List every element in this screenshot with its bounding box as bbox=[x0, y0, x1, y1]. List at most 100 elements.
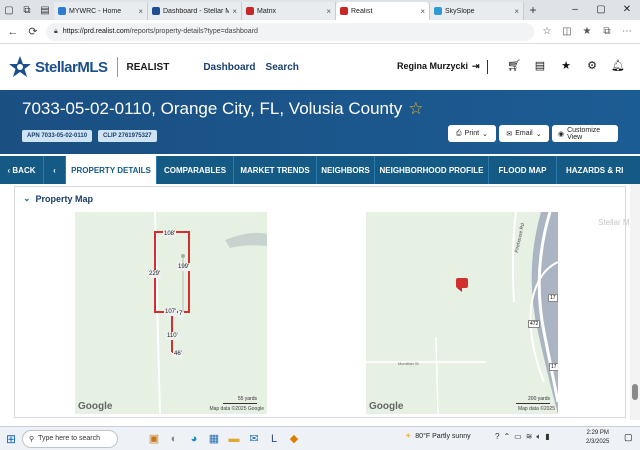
task-view-icon[interactable]: ▣ bbox=[144, 429, 164, 449]
new-tab-button[interactable]: + bbox=[524, 3, 542, 17]
favorites-icon[interactable]: ★ bbox=[580, 26, 594, 37]
header-icons: 🛒︎ ▤ ★ ⚙ 🔔︎ bbox=[507, 59, 625, 72]
print-button[interactable]: ⎙ Print ⌄ bbox=[448, 125, 496, 142]
lasso-icon[interactable]: L bbox=[264, 429, 284, 449]
star-icon[interactable]: ★ bbox=[559, 59, 573, 72]
route-shield: 17 bbox=[548, 294, 558, 302]
app-header: StellarMLS REALIST Dashboard Search Regi… bbox=[0, 44, 640, 90]
tab-comparables[interactable]: COMPARABLES bbox=[157, 156, 234, 184]
browser-tab-mywrc[interactable]: MYWRC - Home × bbox=[54, 2, 148, 20]
store-icon[interactable]: ▦ bbox=[204, 429, 224, 449]
close-tab-icon[interactable]: × bbox=[420, 7, 425, 16]
tab-market-trends[interactable]: MARKET TRENDS bbox=[234, 156, 317, 184]
help-icon[interactable]: ? bbox=[495, 432, 499, 442]
tab-groups-icon[interactable]: ⧉ bbox=[18, 0, 36, 20]
close-window-icon[interactable]: ✕ bbox=[614, 0, 640, 20]
tabs-scroll-left[interactable]: ‹ bbox=[44, 156, 66, 184]
property-map-section: ⌄ Property Map 108' 199' 229' 107' 7' 11… bbox=[14, 186, 626, 418]
google-logo: Google bbox=[369, 401, 404, 412]
user-menu[interactable]: Regina Murzycki ⇥ bbox=[397, 61, 480, 72]
favorite-star-icon[interactable]: ☆ bbox=[540, 26, 554, 37]
cortana-icon[interactable]: ◐ bbox=[164, 429, 184, 449]
bell-icon[interactable]: 🔔︎ bbox=[611, 59, 625, 72]
customize-view-button[interactable]: ◉ Customize View bbox=[552, 125, 618, 142]
tab-neighbors[interactable]: NEIGHBORS bbox=[317, 156, 375, 184]
map-scale: 55 yards bbox=[223, 396, 257, 404]
scrollbar-thumb[interactable] bbox=[632, 384, 638, 400]
location-map[interactable]: Firehouse Rd 17 472 17 Mcmillan St 200 y… bbox=[366, 212, 558, 414]
browser-tab-realist[interactable]: Realist × bbox=[336, 2, 430, 20]
chevron-down-icon: ⌄ bbox=[535, 130, 542, 138]
chevron-left-icon: ‹ bbox=[53, 165, 56, 175]
url-field[interactable]: 🔒︎ https://prd.realist.com/reports/prope… bbox=[46, 22, 534, 41]
close-tab-icon[interactable]: × bbox=[514, 7, 519, 16]
cart-icon[interactable]: 🛒︎ bbox=[507, 59, 521, 72]
section-header[interactable]: ⌄ Property Map bbox=[23, 193, 93, 204]
tab-flood-map[interactable]: FLOOD MAP bbox=[489, 156, 557, 184]
chevron-up-icon[interactable]: ⌃ bbox=[503, 432, 510, 442]
wifi-icon[interactable]: ≋ bbox=[526, 432, 533, 442]
property-banner: 7033-05-02-0110, Orange City, FL, Volusi… bbox=[0, 90, 640, 154]
email-button[interactable]: ✉ Email ⌄ bbox=[499, 125, 549, 142]
volume-icon[interactable]: 🔈︎ bbox=[536, 432, 541, 442]
browser-profile-icon[interactable]: ▢ bbox=[0, 0, 18, 20]
taskbar-search[interactable]: ⚲ Type here to search bbox=[22, 429, 118, 448]
split-screen-icon[interactable]: ◫ bbox=[560, 26, 574, 37]
map-attribution[interactable]: Map data ©2025 bbox=[518, 406, 555, 412]
nav-dashboard[interactable]: Dashboard bbox=[203, 62, 255, 73]
eye-icon: ◉ bbox=[558, 130, 565, 138]
minimize-icon[interactable]: – bbox=[562, 0, 588, 20]
page-title: 7033-05-02-0110, Orange City, FL, Volusi… bbox=[22, 99, 424, 119]
chevron-left-icon: ‹ bbox=[7, 165, 11, 175]
browser-tab-skyslope[interactable]: SkySlope × bbox=[430, 2, 524, 20]
nav-search[interactable]: Search bbox=[266, 62, 299, 73]
display-icon[interactable]: ▭ bbox=[514, 432, 522, 442]
back-tab[interactable]: ‹ BACK bbox=[0, 156, 44, 184]
gear-icon[interactable]: ⚙ bbox=[585, 59, 599, 72]
top-nav: Dashboard Search bbox=[203, 62, 299, 73]
windows-start-icon[interactable]: ⊞ bbox=[0, 432, 22, 446]
logo-divider bbox=[116, 57, 118, 77]
system-clock[interactable]: 2:29 PM 2/3/2025 bbox=[586, 429, 609, 447]
page-scrollbar[interactable] bbox=[630, 184, 640, 420]
vertical-tabs-icon[interactable]: ▤ bbox=[36, 0, 54, 20]
report-tabs: ‹ BACK ‹ PROPERTY DETAILS COMPARABLES MA… bbox=[0, 156, 640, 184]
property-ids: APN 7033-05-02-0110 CLIP 2761975327 bbox=[22, 130, 157, 142]
browser-tab-matrix[interactable]: Matrix × bbox=[242, 2, 336, 20]
folder-icon[interactable]: ▬ bbox=[224, 429, 244, 449]
document-icon[interactable]: ▤ bbox=[533, 59, 547, 72]
logout-icon[interactable]: ⇥ bbox=[472, 61, 480, 72]
mail-icon[interactable]: ✉ bbox=[244, 429, 264, 449]
refresh-icon[interactable]: ⟳ bbox=[26, 25, 40, 38]
notification-icon[interactable]: ▢ bbox=[624, 432, 633, 443]
map-scale: 200 yards bbox=[516, 396, 550, 404]
battery-icon[interactable]: ▮ bbox=[545, 432, 549, 442]
maximize-icon[interactable]: ▢ bbox=[588, 0, 614, 20]
route-shield: 472 bbox=[528, 320, 541, 328]
map-attribution[interactable]: Map data ©2025 Google bbox=[209, 406, 264, 412]
more-icon[interactable]: ⋯ bbox=[620, 26, 634, 37]
collections-icon[interactable]: ⧉ bbox=[600, 26, 614, 37]
tab-hazards[interactable]: HAZARDS & RI bbox=[557, 156, 640, 184]
favorite-star-icon[interactable]: ☆ bbox=[408, 99, 423, 119]
tab-property-details[interactable]: PROPERTY DETAILS bbox=[66, 156, 157, 184]
dimension-label: 199' bbox=[177, 263, 191, 271]
back-arrow-icon[interactable]: ← bbox=[6, 26, 20, 38]
apn-badge: APN 7033-05-02-0110 bbox=[22, 130, 93, 142]
screen: ▢ ⧉ ▤ MYWRC - Home × Dashboard - Stellar… bbox=[0, 0, 640, 450]
app-icon[interactable]: ◆ bbox=[284, 429, 304, 449]
tab-neighborhood-profile[interactable]: NEIGHBORHOOD PROFILE bbox=[375, 156, 489, 184]
sun-icon: ☀ bbox=[405, 433, 412, 440]
edge-icon[interactable]: ◕ bbox=[184, 429, 204, 449]
close-tab-icon[interactable]: × bbox=[232, 7, 237, 16]
close-tab-icon[interactable]: × bbox=[326, 7, 331, 16]
chevron-down-icon: ⌄ bbox=[482, 130, 488, 138]
location-map-graphic bbox=[366, 212, 558, 414]
dimension-label: 107' bbox=[164, 308, 178, 316]
parcel-map[interactable]: 108' 199' 229' 107' 7' 110' 46' 55 yards… bbox=[75, 212, 267, 414]
weather-widget[interactable]: ☀ 80°F Partly sunny bbox=[405, 432, 471, 441]
close-tab-icon[interactable]: × bbox=[138, 7, 143, 16]
stellar-logo[interactable]: StellarMLS REALIST bbox=[8, 55, 169, 79]
windows-taskbar: ⊞ ⚲ Type here to search ▣ ◐ ◕ ▦ ▬ ✉ L ◆ … bbox=[0, 426, 640, 450]
browser-tab-stellar[interactable]: Dashboard - Stellar MLS × bbox=[148, 2, 242, 20]
